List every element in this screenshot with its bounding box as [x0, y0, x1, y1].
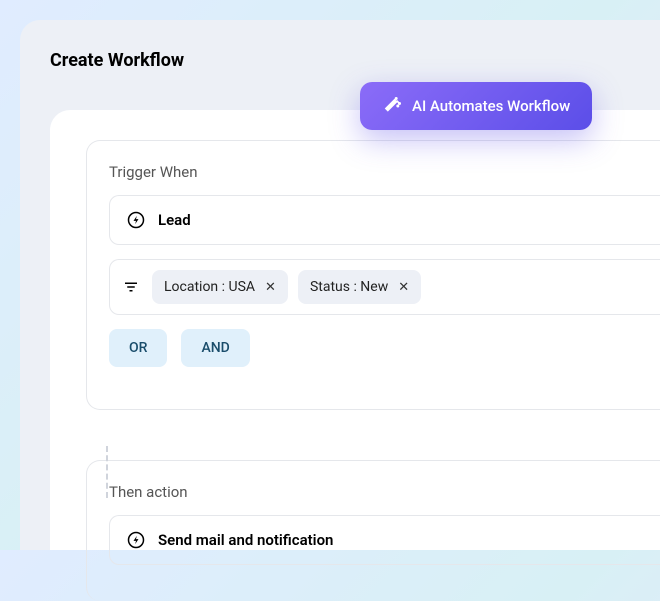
- filter-chip-status[interactable]: Status : New ✕: [298, 270, 421, 304]
- connector-line: [106, 446, 108, 498]
- ai-button-label: AI Automates Workflow: [412, 97, 570, 115]
- workflow-card: Trigger When Lead Location : USA ✕: [50, 110, 660, 550]
- bolt-icon: [126, 210, 146, 230]
- action-entity-field[interactable]: Send mail and notification: [109, 515, 660, 565]
- or-button[interactable]: OR: [109, 329, 167, 367]
- action-entity-text: Send mail and notification: [158, 531, 333, 549]
- filter-chip-location[interactable]: Location : USA ✕: [152, 270, 288, 304]
- trigger-entity-field[interactable]: Lead: [109, 195, 660, 245]
- and-button[interactable]: AND: [181, 329, 249, 367]
- bolt-icon: [126, 530, 146, 550]
- chip-label: Status : New: [310, 279, 388, 295]
- wand-icon: [382, 96, 402, 116]
- action-section: Then action Send mail and notification: [86, 460, 660, 601]
- action-label: Then action: [109, 483, 660, 501]
- trigger-section: Trigger When Lead Location : USA ✕: [86, 140, 660, 410]
- close-icon[interactable]: ✕: [265, 280, 276, 295]
- logic-row: OR AND: [109, 329, 660, 367]
- close-icon[interactable]: ✕: [398, 280, 409, 295]
- trigger-label: Trigger When: [109, 163, 660, 181]
- trigger-entity-text: Lead: [158, 211, 191, 229]
- filter-row[interactable]: Location : USA ✕ Status : New ✕: [109, 259, 660, 315]
- chip-label: Location : USA: [164, 279, 255, 295]
- page-title: Create Workflow: [50, 50, 660, 71]
- filter-icon: [122, 278, 140, 296]
- ai-automates-button[interactable]: AI Automates Workflow: [360, 82, 592, 130]
